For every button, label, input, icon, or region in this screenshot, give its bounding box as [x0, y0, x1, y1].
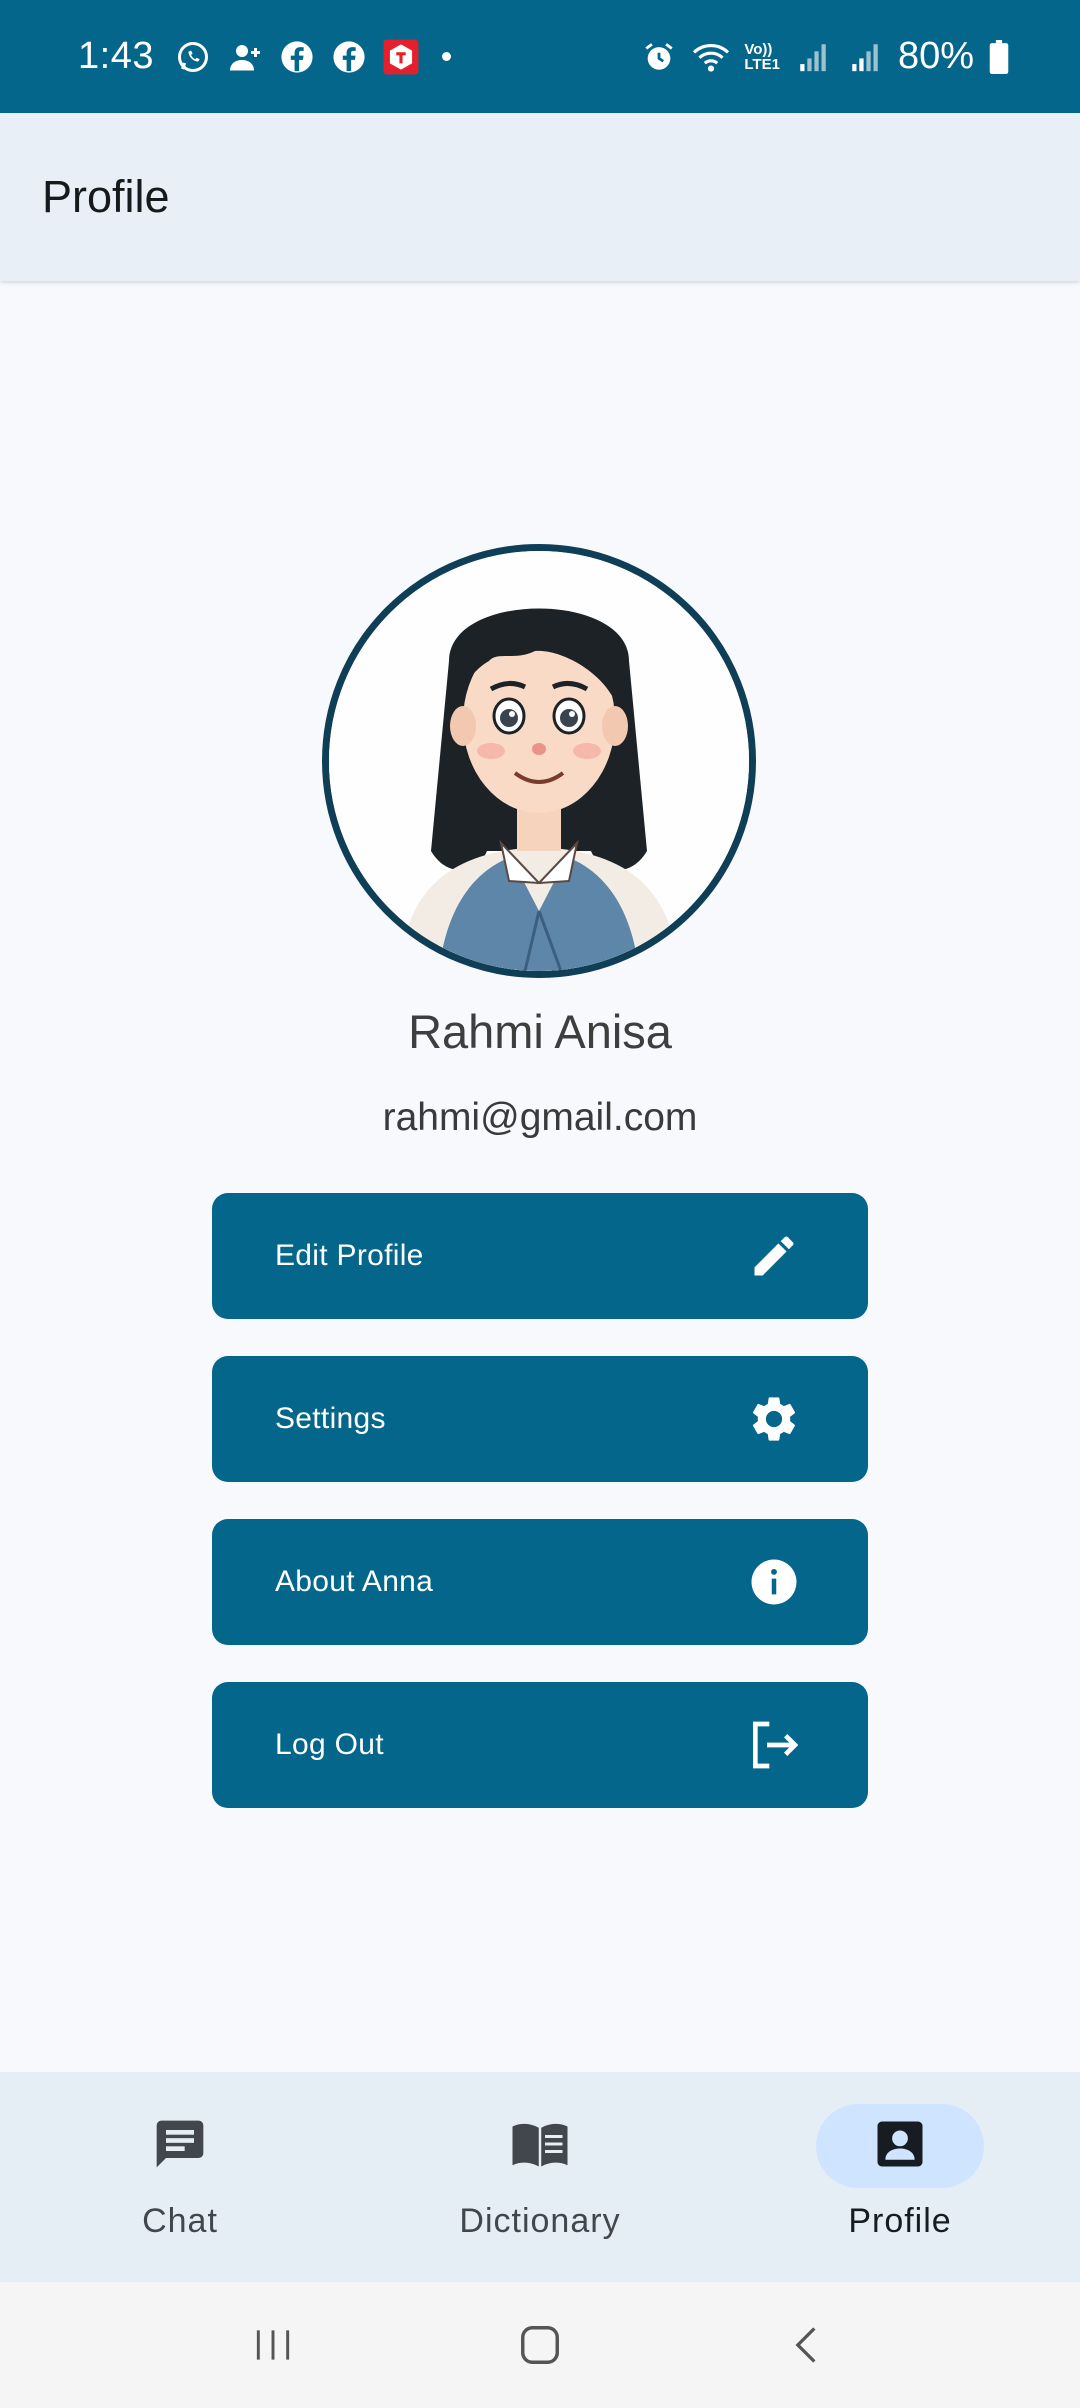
- status-bar-left: 1:43: [78, 35, 451, 78]
- volte-icon: Vo)) LTE1: [744, 42, 780, 72]
- contact-add-icon: [226, 38, 264, 76]
- status-bar: 1:43 Vo)) LTE1 80%: [0, 0, 1080, 113]
- avatar-illustration: [329, 551, 749, 971]
- app-bar: Profile: [0, 113, 1080, 281]
- about-anna-button[interactable]: About Anna: [212, 1519, 868, 1645]
- battery-percent: 80%: [897, 35, 974, 77]
- lte-label: LTE1: [744, 55, 780, 73]
- user-email: rahmi@gmail.com: [382, 1096, 698, 1139]
- user-name: Rahmi Anisa: [408, 1005, 672, 1058]
- book-icon: [510, 2116, 570, 2177]
- nav-label-profile: Profile: [848, 2202, 952, 2240]
- info-icon: [746, 1554, 802, 1610]
- whatsapp-icon: [174, 38, 212, 76]
- edit-profile-button[interactable]: Edit Profile: [212, 1193, 868, 1319]
- log-out-button[interactable]: Log Out: [212, 1682, 868, 1808]
- wifi-icon: [692, 38, 730, 76]
- profile-pill: [816, 2104, 984, 2188]
- avatar[interactable]: [322, 544, 756, 978]
- status-bar-right: Vo)) LTE1 80%: [640, 35, 1010, 78]
- volte-label: Vo)): [744, 40, 773, 58]
- nav-item-chat[interactable]: Chat: [0, 2072, 360, 2282]
- gear-icon: [746, 1391, 802, 1447]
- dictionary-pill: [456, 2104, 624, 2188]
- telkomsel-icon: [382, 38, 420, 76]
- settings-label: Settings: [275, 1402, 386, 1435]
- nav-item-profile[interactable]: Profile: [720, 2072, 1080, 2282]
- signal-icon: [794, 38, 832, 76]
- system-navigation: [0, 2282, 1080, 2408]
- facebook-icon: [278, 38, 316, 76]
- recents-icon[interactable]: [233, 2305, 313, 2385]
- battery-icon: [988, 38, 1010, 76]
- alarm-icon: [640, 38, 678, 76]
- chat-pill: [96, 2104, 264, 2188]
- bottom-navigation: Chat Dictionary Profile: [0, 2072, 1080, 2282]
- chat-icon: [152, 2116, 208, 2177]
- status-time: 1:43: [78, 35, 154, 77]
- notification-dot-icon: [441, 52, 451, 61]
- page-title: Profile: [42, 171, 170, 222]
- edit-profile-label: Edit Profile: [275, 1239, 424, 1272]
- log-out-label: Log Out: [275, 1728, 384, 1761]
- home-icon[interactable]: [500, 2305, 580, 2385]
- logout-icon: [746, 1717, 802, 1773]
- pencil-icon: [746, 1228, 802, 1284]
- nav-item-dictionary[interactable]: Dictionary: [360, 2072, 720, 2282]
- back-icon[interactable]: [767, 2305, 847, 2385]
- settings-button[interactable]: Settings: [212, 1356, 868, 1482]
- signal-icon: [846, 38, 884, 76]
- nav-label-dictionary: Dictionary: [459, 2202, 621, 2240]
- about-anna-label: About Anna: [275, 1565, 434, 1598]
- profile-icon: [873, 2117, 927, 2176]
- facebook-icon: [330, 38, 368, 76]
- nav-label-chat: Chat: [142, 2202, 218, 2240]
